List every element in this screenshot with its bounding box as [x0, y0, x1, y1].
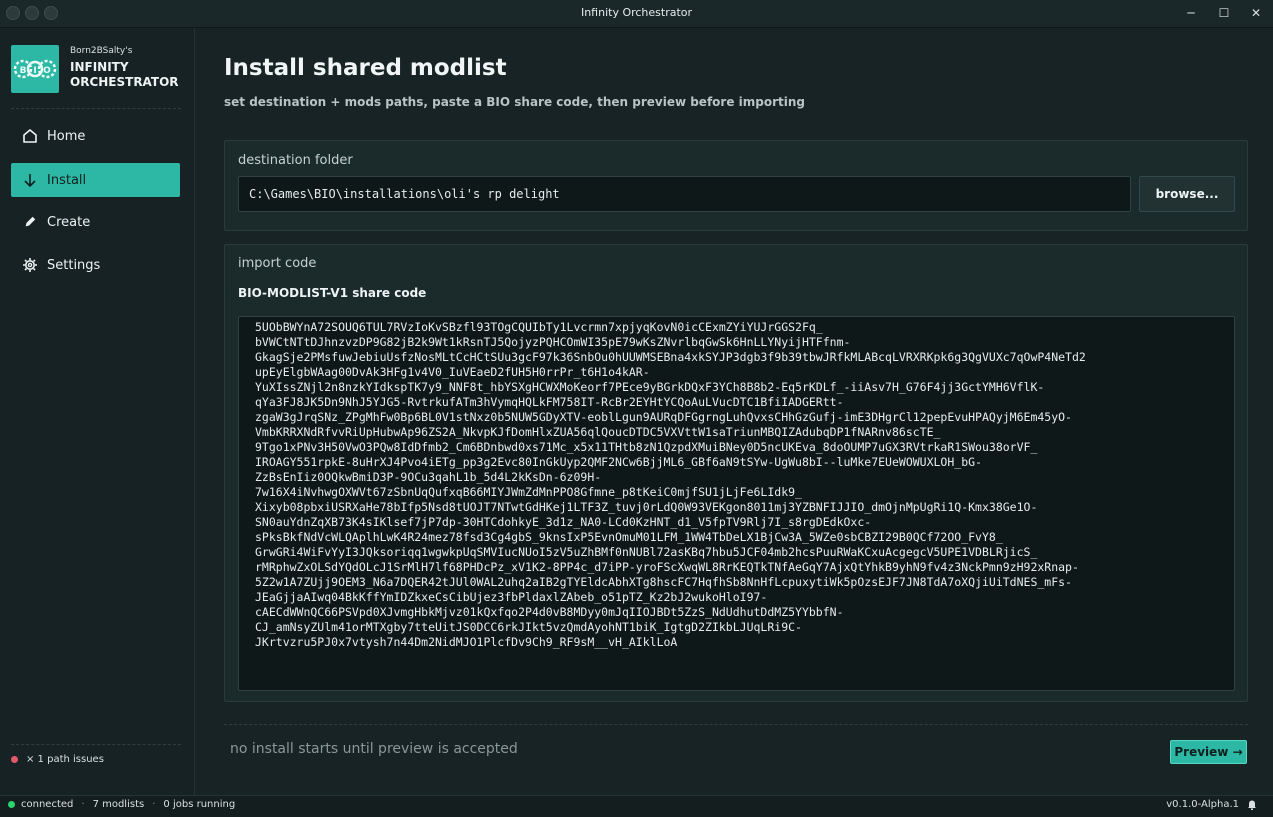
svg-text:O: O	[43, 66, 51, 76]
svg-text:B: B	[20, 66, 27, 76]
share-code-line: JEaGjjaAIwq04BkKffYmIDZkxeCsCibUjez3fbPl…	[255, 590, 768, 604]
sidebar-item-label: Settings	[47, 257, 101, 273]
preview-notice: no install starts until preview is accep…	[230, 741, 518, 757]
close-button[interactable]: ✕	[1247, 4, 1265, 22]
footer-divider	[224, 724, 1248, 725]
sidebar-item-install[interactable]: Install	[11, 163, 180, 197]
share-code-line: VmbKRRXNdRfvvRiUpHubwAp96ZS2A_NkvpKJfDom…	[255, 425, 941, 439]
share-code-line: 5Z2w1A7ZUjj9OEM3_N6a7DQER42tJUl0WAL2uhq2…	[255, 575, 1072, 589]
path-issues-indicator[interactable]: × 1 path issues	[11, 754, 104, 765]
error-dot-icon	[11, 756, 18, 763]
sidebar-item-create[interactable]: Create	[11, 205, 180, 239]
share-code-line: JKrtvzru5PJ0x7vtysh7n44Dm2NidMJO1PlcfDv9…	[255, 635, 678, 649]
svg-text:I: I	[33, 66, 36, 76]
pencil-icon	[21, 213, 39, 231]
path-issues-label: × 1 path issues	[26, 754, 104, 765]
home-icon	[21, 127, 39, 145]
share-code-line: upEyElgbWAag00DvAk3HFg1v4V0_IuVEaeD2fUH5…	[255, 365, 650, 379]
share-code-line: qYa3FJ8JK5Dn9NhJ5YJG5-RvtrkufATm3hVymqHQ…	[255, 395, 844, 409]
import-code-label: import code	[238, 256, 317, 271]
window-title: Infinity Orchestrator	[580, 6, 693, 19]
status-separator: ·	[81, 799, 85, 810]
share-code-line: sPksBkfNdVcWLQAplhLwK4R24mez78fsd3Cg4gbS…	[255, 530, 1003, 544]
arrow-down-icon	[21, 171, 39, 189]
share-code-line: cAECdWWnQC66PSVpd0XJvmgHbkMjvz01kQxfqo2P…	[255, 605, 844, 619]
destination-label: destination folder	[238, 153, 353, 168]
connection-status: connected	[21, 799, 74, 810]
share-code-line: Xixyb08pbxiUSRXaHe78bIfp5Nsd8tUOJT7NTwtG…	[255, 500, 1038, 514]
share-code-label: BIO-MODLIST-V1 share code	[238, 286, 427, 300]
share-code-line: bVWCtNTtDJhnzvzDP9G82jB2k9Wt1kRsnTJ5Qojy…	[255, 335, 851, 349]
sidebar-item-settings[interactable]: Settings	[11, 248, 180, 282]
share-code-line: 9Tgo1xPNv3H50VwO3PQw8IdDfmb2_Cm6BDnbwd0x…	[255, 440, 1038, 454]
app-logo: B I O	[11, 45, 59, 93]
sidebar-divider	[11, 108, 181, 109]
brand-line-1: INFINITY	[70, 60, 129, 74]
status-bar: connected · 7 modlists · 0 jobs running …	[0, 795, 1273, 817]
share-code-line: YuXIssZNjl2n8nzkYIdkspTK7y9_NNF8t_hbYSXg…	[255, 380, 1045, 394]
brand-title: INFINITY ORCHESTRATOR	[70, 60, 179, 90]
share-code-textarea[interactable]: 5UObBWYnA72SOUQ6TUL7RVzIoKvSBzfl93TOgCQU…	[238, 316, 1235, 691]
share-code-line: CJ_amNsyZUlm41orMTXgby7tteUitJS0DCC6rkJI…	[255, 620, 802, 634]
share-code-line: 7w16X4iNvhwgOXWVt67zSbnUqQufxqB66MIYJWmZ…	[255, 485, 802, 499]
share-code-line: SN0auYdnZqXB73K4sIKlsef7jP7dp-30HTCdohky…	[255, 515, 872, 529]
page-subtitle: set destination + mods paths, paste a BI…	[224, 95, 805, 109]
browse-button[interactable]: browse...	[1139, 176, 1235, 212]
status-left: connected · 7 modlists · 0 jobs running	[8, 799, 235, 810]
destination-folder-input[interactable]: C:\Games\BIO\installations\oli's rp deli…	[238, 176, 1131, 212]
status-right: v0.1.0-Alpha.1	[1166, 799, 1257, 810]
page-title: Install shared modlist	[224, 55, 507, 81]
jobs-count: 0 jobs running	[163, 799, 236, 810]
share-code-line: GkagSje2PMsfuwJebiuUsfzNosMLtCcHCtSUu3gc…	[255, 350, 1086, 364]
sidebar-item-label: Install	[47, 172, 87, 188]
status-separator: ·	[152, 799, 156, 810]
sidebar-footer-divider	[11, 744, 181, 745]
share-code-text: 5UObBWYnA72SOUQ6TUL7RVzIoKvSBzfl93TOgCQU…	[255, 320, 1230, 650]
sidebar-item-home[interactable]: Home	[11, 119, 180, 153]
share-code-line: IROAGY551rpkE-8uHrXJ4Pvo4iETg_pp3g2Evc80…	[255, 455, 982, 469]
connected-dot-icon	[8, 801, 15, 808]
brand-line-2: ORCHESTRATOR	[70, 75, 179, 89]
version-label: v0.1.0-Alpha.1	[1166, 799, 1239, 810]
bell-icon[interactable]	[1247, 799, 1257, 810]
import-code-panel: import code BIO-MODLIST-V1 share code 5U…	[224, 244, 1248, 702]
title-bar: Infinity Orchestrator ─ ☐ ✕	[0, 0, 1273, 28]
share-code-line: zgaW3gJrqSNz_ZPgMhFw0Bp6BL0V1stNxz0b5NUW…	[255, 410, 1072, 424]
brand-author: Born2BSalty's	[70, 46, 133, 56]
minimize-button[interactable]: ─	[1182, 4, 1200, 22]
preview-button[interactable]: Preview →	[1170, 740, 1247, 764]
share-code-line: rMRphwZxOLSdYQdOLcJ1SrMlH7lf68PHDcPz_xV1…	[255, 560, 1079, 574]
maximize-button[interactable]: ☐	[1215, 4, 1233, 22]
destination-panel: destination folder C:\Games\BIO\installa…	[224, 140, 1248, 231]
gear-icon	[21, 256, 39, 274]
sidebar-item-label: Home	[47, 128, 86, 144]
share-code-line: ZzBsEnIiz0OQkwBmiD3P-9OCu3qahL1b_5d4L2kK…	[255, 470, 602, 484]
sidebar-item-label: Create	[47, 214, 91, 230]
share-code-line: GrwGRi4WiFvYyI3JQksoriqq1wgwkpUqSMVIucNU…	[255, 545, 1038, 559]
share-code-line: 5UObBWYnA72SOUQ6TUL7RVzIoKvSBzfl93TOgCQU…	[255, 320, 823, 334]
modlist-count: 7 modlists	[92, 799, 145, 810]
sidebar: B I O Born2BSalty's INFINITY ORCHESTRATO…	[0, 28, 195, 795]
